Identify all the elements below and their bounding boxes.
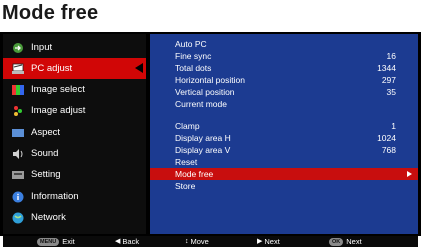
- menu-row-store[interactable]: Store: [150, 180, 418, 192]
- sidebar-item-label: Input: [31, 42, 53, 53]
- menu-row-display-area-h[interactable]: Display area H 1024: [150, 132, 418, 144]
- projector-menu-page: Mode free Input PC adjust Image select I…: [0, 0, 421, 247]
- menu-row-auto-pc[interactable]: Auto PC: [150, 38, 418, 50]
- footer-ok-next[interactable]: OK Next: [329, 236, 362, 247]
- display-area-v-value: 768: [381, 145, 396, 155]
- sidebar-item-setting[interactable]: Setting: [3, 164, 146, 185]
- footer-exit[interactable]: MENU Exit: [37, 236, 75, 247]
- sidebar-item-label: Information: [31, 191, 79, 202]
- sidebar: Input PC adjust Image select Image adjus…: [3, 34, 146, 234]
- image-adjust-icon: [11, 105, 25, 117]
- sidebar-item-aspect[interactable]: Aspect: [3, 122, 146, 143]
- menu-key-icon: MENU: [37, 237, 60, 246]
- menu-row-reset[interactable]: Reset: [150, 156, 418, 168]
- footer-bar: MENU Exit ◀ Back ↕ Move ▶ Next OK Next: [3, 236, 418, 247]
- sidebar-item-image-adjust[interactable]: Image adjust: [3, 100, 146, 121]
- menu-row-vertical-position[interactable]: Vertical position 35: [150, 86, 418, 98]
- sidebar-item-label: Aspect: [31, 127, 61, 138]
- menu-row-total-dots[interactable]: Total dots 1344: [150, 62, 418, 74]
- menu-row-current-mode[interactable]: Current mode: [150, 98, 418, 110]
- vertical-position-value: 35: [386, 87, 396, 97]
- network-icon: [11, 212, 25, 224]
- sidebar-item-input[interactable]: Input: [3, 37, 146, 58]
- setting-icon: [11, 169, 25, 181]
- footer-move[interactable]: ↕ Move: [185, 236, 209, 247]
- image-select-icon: [11, 84, 25, 96]
- menu-row-fine-sync[interactable]: Fine sync 16: [150, 50, 418, 62]
- pc-adjust-icon: [11, 63, 25, 75]
- sound-icon: [11, 148, 25, 160]
- sidebar-item-information[interactable]: Information: [3, 186, 146, 207]
- footer-next[interactable]: ▶ Next: [257, 236, 280, 247]
- footer-back[interactable]: ◀ Back: [115, 236, 139, 247]
- menu-row-mode-free[interactable]: Mode free: [150, 168, 418, 180]
- sidebar-item-image-select[interactable]: Image select: [3, 79, 146, 100]
- sidebar-item-label: Network: [31, 212, 66, 223]
- display-area-h-value: 1024: [377, 133, 396, 143]
- sidebar-item-label: PC adjust: [31, 63, 73, 74]
- sidebar-item-label: Image select: [31, 84, 85, 95]
- information-icon: [11, 191, 25, 203]
- sidebar-item-pc-adjust[interactable]: PC adjust: [3, 58, 146, 79]
- arrow-left-icon: ◀: [115, 238, 121, 245]
- arrow-up-down-icon: ↕: [185, 238, 189, 245]
- fine-sync-value: 16: [386, 51, 396, 61]
- menu-row-horizontal-position[interactable]: Horizontal position 297: [150, 74, 418, 86]
- submenu-arrow-icon: [407, 171, 412, 177]
- ok-key-icon: OK: [329, 237, 344, 246]
- page-title: Mode free: [2, 2, 99, 24]
- sidebar-item-label: Setting: [31, 169, 61, 180]
- horizontal-position-value: 297: [381, 75, 396, 85]
- sidebar-item-label: Sound: [31, 148, 59, 159]
- input-icon: [11, 42, 25, 54]
- menu-row-clamp[interactable]: Clamp 1: [150, 120, 418, 132]
- pc-adjust-panel: Auto PC Fine sync 16 Total dots 1344 Hor…: [150, 34, 418, 234]
- sidebar-item-sound[interactable]: Sound: [3, 143, 146, 164]
- total-dots-value: 1344: [377, 63, 396, 73]
- selection-arrow-icon: [135, 63, 143, 73]
- sidebar-item-network[interactable]: Network: [3, 207, 146, 228]
- sidebar-item-label: Image adjust: [31, 105, 86, 116]
- clamp-value: 1: [391, 121, 396, 131]
- aspect-icon: [11, 127, 25, 139]
- arrow-right-icon: ▶: [257, 238, 263, 245]
- menu-row-display-area-v[interactable]: Display area V 768: [150, 144, 418, 156]
